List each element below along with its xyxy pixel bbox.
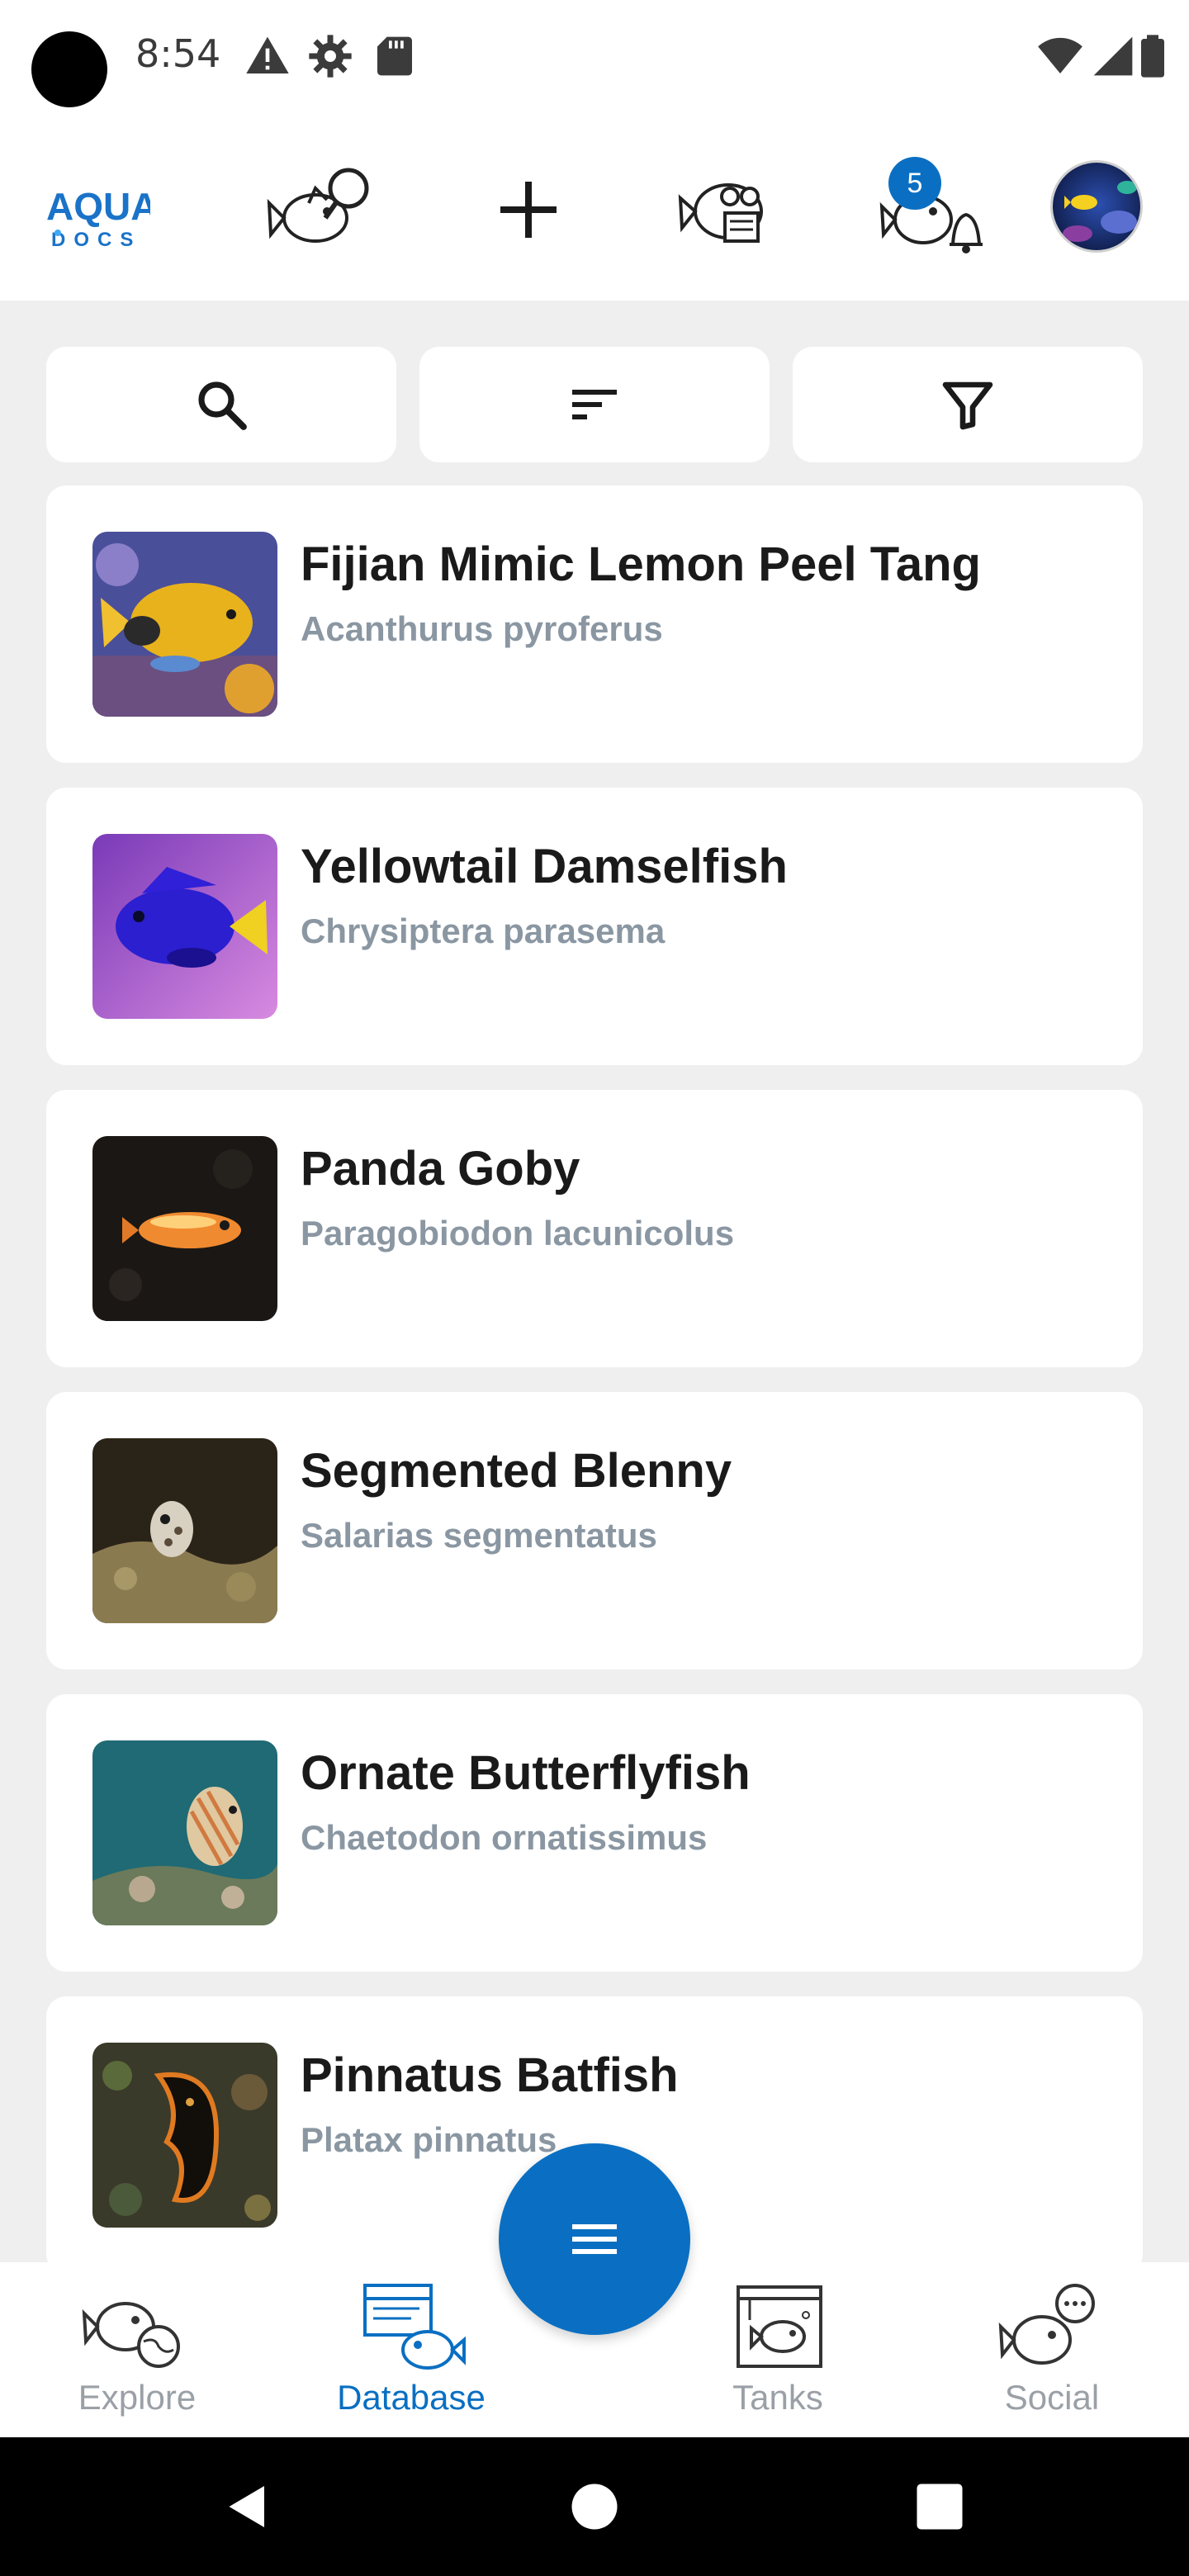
species-card[interactable]: Panda Goby Paragobiodon lacunicolus bbox=[46, 1090, 1143, 1367]
species-thumbnail bbox=[92, 834, 277, 1019]
menu-fab[interactable] bbox=[499, 2143, 690, 2335]
add-icon bbox=[500, 182, 557, 238]
search-icon bbox=[198, 381, 247, 430]
sd-card-icon bbox=[377, 36, 412, 76]
warning-icon bbox=[246, 36, 289, 73]
species-card[interactable]: Segmented Blenny Salarias segmentatus bbox=[46, 1392, 1143, 1669]
nav-item-database[interactable]: Database bbox=[287, 2262, 535, 2437]
species-thumbnail bbox=[92, 1740, 277, 1925]
species-scientific-name: Paragobiodon lacunicolus bbox=[301, 1214, 735, 1252]
status-time: 8:54 bbox=[135, 31, 221, 76]
species-scientific-name: Salarias segmentatus bbox=[301, 1516, 657, 1555]
species-thumbnail bbox=[92, 1438, 277, 1623]
species-thumbnail bbox=[92, 2043, 277, 2228]
filter-button[interactable] bbox=[793, 347, 1143, 462]
species-scientific-name: Chaetodon ornatissimus bbox=[301, 1818, 708, 1857]
home-icon[interactable] bbox=[570, 2482, 619, 2531]
species-common-name: Segmented Blenny bbox=[301, 1444, 732, 1498]
sort-icon bbox=[572, 390, 617, 419]
species-list[interactable]: Fijian Mimic Lemon Peel Tang Acanthurus … bbox=[46, 485, 1143, 2262]
status-bar: 8:54 bbox=[0, 0, 1189, 119]
nav-item-explore[interactable]: Explore bbox=[13, 2262, 261, 2437]
species-card[interactable]: Fijian Mimic Lemon Peel Tang Acanthurus … bbox=[46, 485, 1143, 763]
battery-icon bbox=[1141, 35, 1164, 78]
notification-badge: 5 bbox=[888, 157, 941, 210]
logo-text-top: AQUA bbox=[46, 185, 150, 228]
camera-cutout bbox=[31, 31, 107, 107]
nav-label: Tanks bbox=[732, 2378, 823, 2417]
fish-reading-button[interactable] bbox=[670, 152, 786, 268]
nav-item-social[interactable]: Social bbox=[928, 2262, 1176, 2437]
species-thumbnail bbox=[92, 532, 277, 717]
nav-label: Explore bbox=[78, 2378, 197, 2417]
aquadocs-logo[interactable]: AQUA DOCS bbox=[43, 173, 158, 256]
gear-icon bbox=[309, 35, 352, 78]
fish-search-icon bbox=[267, 168, 369, 243]
add-button[interactable] bbox=[471, 152, 586, 268]
system-navigation-bar bbox=[0, 2437, 1189, 2576]
logo-text-bottom: DOCS bbox=[51, 229, 141, 251]
search-button[interactable] bbox=[46, 347, 396, 462]
menu-icon bbox=[572, 2224, 617, 2254]
species-common-name: Ornate Butterflyfish bbox=[301, 1746, 751, 1800]
cell-signal-icon bbox=[1093, 36, 1133, 76]
wifi-icon bbox=[1038, 37, 1082, 73]
species-common-name: Panda Goby bbox=[301, 1142, 580, 1196]
species-common-name: Pinnatus Batfish bbox=[301, 2048, 679, 2102]
species-common-name: Fijian Mimic Lemon Peel Tang bbox=[301, 537, 981, 591]
fish-reading-icon bbox=[678, 183, 763, 243]
species-scientific-name: Acanthurus pyroferus bbox=[301, 609, 663, 648]
avatar[interactable] bbox=[1050, 160, 1143, 253]
species-card[interactable]: Yellowtail Damselfish Chrysiptera parase… bbox=[46, 788, 1143, 1065]
filter-icon bbox=[942, 381, 993, 430]
species-thumbnail bbox=[92, 1136, 277, 1321]
back-icon[interactable] bbox=[223, 2482, 272, 2531]
fish-chat-icon bbox=[998, 2284, 1095, 2365]
nav-label: Database bbox=[337, 2378, 486, 2417]
recents-icon[interactable] bbox=[915, 2482, 964, 2531]
species-scientific-name: Platax pinnatus bbox=[301, 2120, 557, 2159]
species-scientific-name: Chrysiptera parasema bbox=[301, 912, 666, 950]
fish-search-button[interactable] bbox=[266, 152, 381, 268]
fish-tank-icon bbox=[737, 2285, 822, 2368]
sort-button[interactable] bbox=[419, 347, 770, 462]
species-common-name: Yellowtail Damselfish bbox=[301, 840, 788, 893]
top-app-bar: AQUA DOCS 5 bbox=[0, 119, 1189, 301]
fish-globe-icon bbox=[82, 2302, 180, 2368]
nav-label: Social bbox=[1004, 2378, 1100, 2417]
species-card[interactable]: Ornate Butterflyfish Chaetodon ornatissi… bbox=[46, 1694, 1143, 1972]
nav-item-tanks[interactable]: Tanks bbox=[654, 2262, 902, 2437]
fish-database-icon bbox=[363, 2284, 466, 2370]
